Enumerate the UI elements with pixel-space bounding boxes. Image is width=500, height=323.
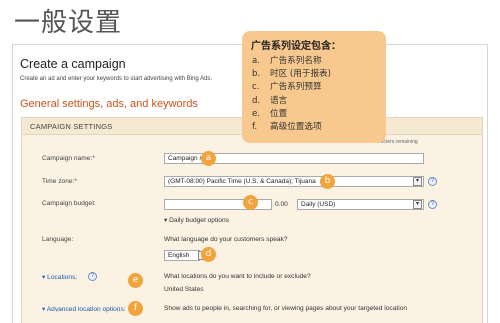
- badge-f: f: [128, 301, 143, 316]
- callout-item: e. 位置: [252, 108, 331, 121]
- callout-item: c. 广告系列预算: [252, 81, 331, 94]
- advanced-location-text: Show ads to people in, searching for, or…: [164, 305, 408, 312]
- badge-c: c: [243, 195, 258, 210]
- locations-question: What locations do you want to include or…: [164, 273, 311, 280]
- callout-text: 位置: [270, 108, 288, 119]
- callout-item: b. 时区 (用于报表): [252, 68, 331, 81]
- budget-period-select[interactable]: Daily (USD): [297, 199, 424, 210]
- locations-label[interactable]: ▾ Locations:: [42, 273, 77, 281]
- badge-a: a: [201, 151, 216, 166]
- dropdown-arrow-icon[interactable]: ▾: [413, 200, 422, 209]
- slide-title: 一般设置: [14, 8, 123, 38]
- callout-text: 广告系列预算: [270, 82, 322, 93]
- help-icon[interactable]: ?: [428, 200, 437, 209]
- time-zone-label: Time zone:*: [42, 178, 77, 185]
- panel-header-label: CAMPAIGN SETTINGS: [30, 122, 113, 131]
- section-heading: General settings, ads, and keywords: [20, 98, 198, 110]
- callout-title: 广告系列设定包含：: [251, 41, 341, 52]
- campaign-name-label: Campaign name:*: [42, 155, 95, 162]
- callout-marker: b.: [252, 69, 261, 80]
- campaign-settings-panel: CAMPAIGN SETTINGS 89 characters remainin…: [21, 117, 483, 323]
- callout-box: 广告系列设定包含： a. 广告系列名称 b. 时区 (用于报表) c. 广告系列预算 …: [242, 31, 386, 143]
- callout-item: d. 语言: [252, 95, 331, 108]
- badge-d: d: [201, 247, 216, 262]
- locations-value: United States: [164, 286, 204, 293]
- callout-item: f. 高级位置选项: [252, 121, 331, 134]
- help-icon[interactable]: ?: [428, 177, 437, 186]
- callout-item: a. 广告系列名称: [252, 55, 331, 68]
- advanced-location-label-text: Advanced location options:: [46, 306, 126, 313]
- help-icon[interactable]: ?: [88, 272, 97, 281]
- time-zone-select[interactable]: (GMT-08:00) Pacific Time (U.S. & Canada)…: [164, 176, 424, 187]
- language-select[interactable]: English: [164, 250, 200, 261]
- callout-marker: f.: [252, 122, 258, 133]
- badge-e: e: [128, 273, 143, 288]
- locations-label-text: Locations:: [47, 274, 78, 281]
- page-subtitle: Create an ad and enter your keywords to …: [20, 76, 213, 82]
- language-question: What language do your customers speak?: [164, 236, 288, 243]
- callout-marker: a.: [252, 56, 260, 66]
- callout-marker: d.: [252, 95, 261, 106]
- callout-text: 语言: [270, 95, 288, 106]
- page-title: Create a campaign: [20, 57, 126, 71]
- advanced-location-options-toggle[interactable]: ▾ Advanced location options:: [42, 305, 126, 313]
- language-label: Language:: [42, 236, 74, 243]
- badge-b: b: [320, 174, 335, 189]
- daily-budget-options-link[interactable]: ▾ Daily budget options: [164, 216, 229, 224]
- dropdown-arrow-icon[interactable]: ▾: [413, 177, 422, 186]
- callout-text: 时区 (用于报表): [270, 69, 331, 80]
- callout-text: 高级位置选项: [270, 122, 322, 133]
- callout-text: 广告系列名称: [270, 56, 322, 66]
- callout-list: a. 广告系列名称 b. 时区 (用于报表) c. 广告系列预算 d. 语言 e. 位置 …: [252, 55, 331, 134]
- daily-budget-options-label: Daily budget options: [169, 217, 229, 224]
- callout-marker: e.: [252, 108, 261, 119]
- campaign-budget-label: Campaign budget:: [42, 200, 96, 207]
- callout-marker: c.: [252, 82, 260, 93]
- budget-amount: 0.00: [275, 201, 288, 208]
